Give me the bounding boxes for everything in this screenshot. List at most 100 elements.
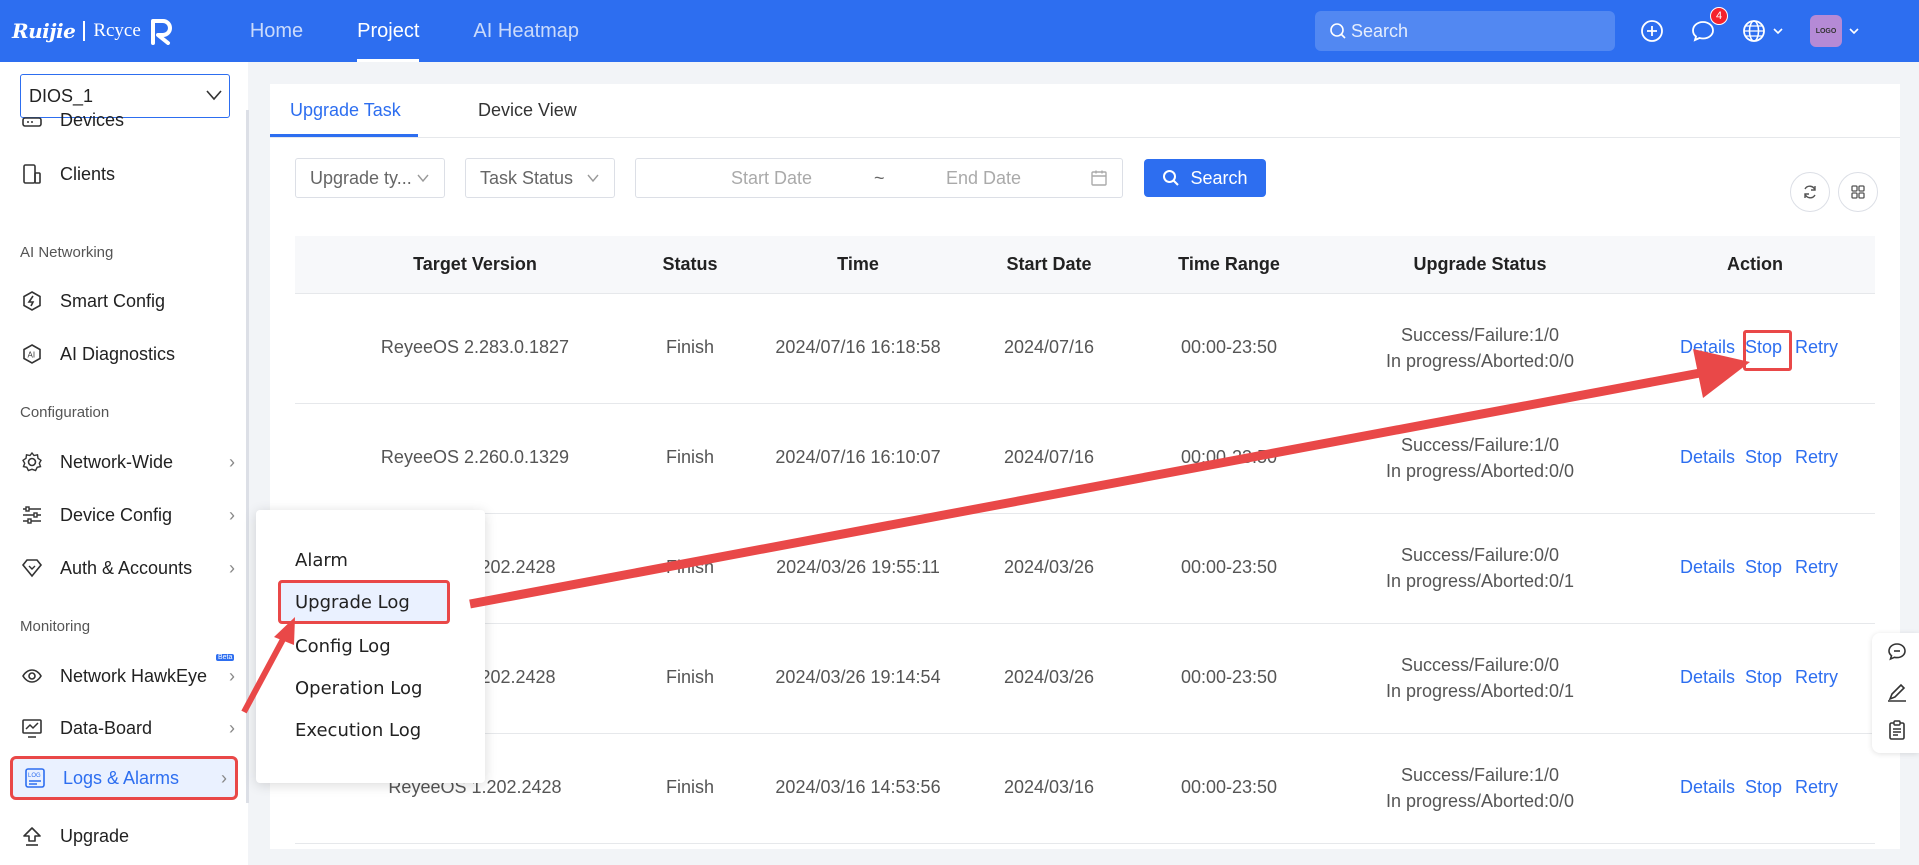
column-status: Status (662, 254, 718, 274)
table-row: 202.2428 Finish 2024/03/26 19:55:11 2024… (295, 514, 1875, 624)
stop-link[interactable]: Stop (1745, 447, 1782, 468)
upgrade-type-select[interactable]: Upgrade ty... (295, 158, 445, 198)
sidebar-scrollbar[interactable] (246, 110, 249, 803)
router-icon (20, 108, 44, 132)
stop-link[interactable]: Stop (1745, 557, 1782, 578)
retry-link[interactable]: Retry (1795, 557, 1838, 578)
cell-time: 2024/03/26 19:55:11 (776, 557, 940, 577)
chevron-down-icon (417, 174, 429, 183)
sidebar-item-smart-config[interactable]: Smart Config (20, 281, 235, 321)
sidebar-item-ai-diagnostics[interactable]: AI AI Diagnostics (20, 334, 235, 374)
beta-badge: Beta (216, 654, 235, 661)
sidebar-item-label: Smart Config (60, 290, 166, 311)
chevron-right-icon: › (229, 665, 235, 686)
stop-link[interactable]: Stop (1745, 777, 1782, 798)
retry-link[interactable]: Retry (1795, 447, 1838, 468)
sidebar-item-clients[interactable]: Clients (20, 154, 235, 194)
nav-home[interactable]: Home (223, 0, 330, 62)
chevron-right-icon: › (229, 557, 235, 578)
start-date-input[interactable]: Start Date (731, 168, 812, 189)
sidebar-item-label: Auth & Accounts (60, 557, 193, 578)
search-button[interactable]: Search (1144, 159, 1266, 197)
language-globe-icon[interactable] (1742, 19, 1784, 43)
end-date-input[interactable]: End Date (946, 168, 1021, 189)
stop-link[interactable]: Stop (1745, 667, 1782, 688)
sidebar: DIOS_1 Devices Clients AI Networking Sma… (0, 62, 248, 865)
cell-upgrade-status-progress: In progress/Aborted:0/1 (1385, 681, 1575, 701)
svg-text:AI: AI (28, 351, 36, 360)
cell-target-version: 202.2428 (480, 557, 556, 577)
chevron-down-icon (587, 174, 599, 183)
task-status-select[interactable]: Task Status (465, 158, 615, 198)
table-row: 202.2428 Finish 2024/03/26 19:14:54 2024… (295, 624, 1875, 734)
stop-highlight-box (1743, 330, 1792, 371)
column-start-date: Start Date (1006, 254, 1092, 274)
menu-item-alarm[interactable]: Alarm (295, 550, 348, 571)
nav-project[interactable]: Project (330, 0, 446, 62)
active-tab-indicator (270, 134, 418, 137)
chevron-right-icon: › (229, 451, 235, 472)
sidebar-item-device-config[interactable]: Device Config › (20, 495, 235, 535)
menu-item-operation-log[interactable]: Operation Log (295, 678, 422, 699)
logs-submenu: Alarm Upgrade Log Config Log Operation L… (256, 510, 485, 783)
cell-status: Finish (665, 447, 715, 467)
sidebar-item-label: Device Config (60, 504, 173, 525)
date-range-separator: ~ (874, 168, 885, 188)
feedback-pen-icon[interactable] (1886, 681, 1908, 708)
nav-ai-heatmap[interactable]: AI Heatmap (446, 0, 606, 62)
add-icon[interactable] (1640, 19, 1664, 43)
column-upgrade-status: Upgrade Status (1413, 254, 1547, 274)
details-link[interactable]: Details (1680, 337, 1735, 358)
column-settings-button[interactable] (1838, 172, 1878, 212)
cell-upgrade-status-success: Success/Failure:1/0 (1400, 765, 1560, 785)
details-link[interactable]: Details (1680, 557, 1735, 578)
user-menu[interactable]: LOGO (1810, 15, 1860, 47)
chevron-down-icon (1849, 28, 1859, 35)
cell-target-version: ReyeeOS 2.260.0.1329 (380, 447, 570, 467)
details-link[interactable]: Details (1680, 667, 1735, 688)
tab-upgrade-task[interactable]: Upgrade Task (290, 100, 401, 121)
menu-item-config-log[interactable]: Config Log (295, 636, 391, 657)
clipboard-icon[interactable] (1886, 719, 1908, 746)
cell-upgrade-status-success: Success/Failure:1/0 (1400, 325, 1560, 345)
menu-item-execution-log[interactable]: Execution Log (295, 720, 421, 741)
avatar: LOGO (1810, 15, 1842, 47)
chat-icon[interactable] (1886, 641, 1908, 668)
refresh-button[interactable] (1790, 172, 1830, 212)
chevron-down-icon (1773, 28, 1783, 35)
sidebar-item-logs-alarms[interactable]: LOG Logs & Alarms › (10, 756, 238, 800)
sidebar-item-label: Network-Wide (60, 451, 174, 472)
sidebar-item-network-wide[interactable]: Network-Wide › (20, 442, 235, 482)
date-range-picker[interactable]: Start Date ~ End Date (635, 158, 1123, 198)
column-time: Time (837, 254, 879, 274)
sidebar-item-devices[interactable]: Devices (20, 100, 235, 140)
table-header: Target Version Status Time Start Date Ti… (295, 236, 1875, 294)
cell-start-date: 2024/03/16 (1003, 777, 1095, 797)
brand-logo[interactable]: Ruijie Rcyce (12, 17, 175, 45)
details-link[interactable]: Details (1680, 447, 1735, 468)
retry-link[interactable]: Retry (1795, 667, 1838, 688)
sidebar-item-auth-accounts[interactable]: Auth & Accounts › (20, 548, 235, 588)
retry-link[interactable]: Retry (1795, 777, 1838, 798)
cell-time: 2024/07/16 16:10:07 (775, 447, 941, 467)
retry-link[interactable]: Retry (1795, 337, 1838, 358)
message-icon[interactable]: 4 (1690, 7, 1728, 43)
menu-item-upgrade-log[interactable]: Upgrade Log (278, 580, 450, 624)
cell-status: Finish (665, 667, 715, 687)
phone-icon (20, 162, 44, 186)
cell-time-range: 00:00-23:50 (1180, 337, 1278, 357)
cell-target-version: ReyeeOS 2.283.0.1827 (380, 337, 570, 357)
search-icon (1163, 170, 1180, 186)
sidebar-item-network-hawkeye[interactable]: Network HawkEye Beta › (20, 654, 235, 696)
top-navigation-bar: Ruijie Rcyce Home Project AI Heatmap Sea… (0, 0, 1919, 62)
sidebar-item-upgrade[interactable]: Upgrade (20, 816, 235, 856)
cell-upgrade-status-success: Success/Failure:0/0 (1400, 545, 1560, 565)
sidebar-item-data-board[interactable]: Data-Board › (20, 708, 235, 748)
tab-device-view[interactable]: Device View (478, 100, 577, 121)
details-link[interactable]: Details (1680, 777, 1735, 798)
cell-start-date: 2024/03/26 (1003, 667, 1095, 687)
svg-text:LOG: LOG (28, 773, 41, 779)
global-search-input[interactable]: Search (1315, 11, 1615, 51)
search-button-label: Search (1190, 167, 1248, 188)
search-icon (1330, 23, 1346, 39)
